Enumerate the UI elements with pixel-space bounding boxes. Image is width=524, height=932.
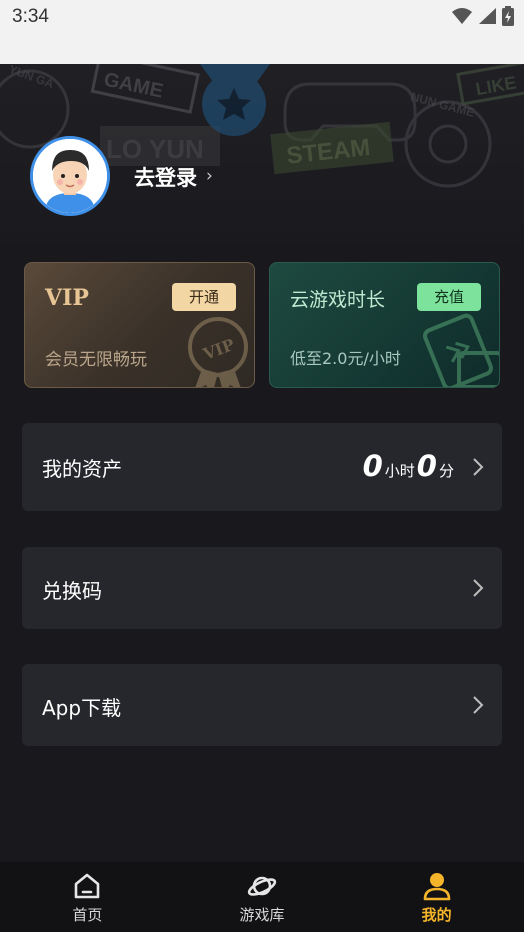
assets-hours: 0 — [362, 449, 383, 483]
wifi-icon — [452, 8, 472, 24]
tab-game-library[interactable]: 游戏库 — [175, 862, 350, 932]
hero-word-game: GAME — [102, 69, 165, 103]
vip-card[interactable]: VIP 开通 会员无限畅玩 VIP — [24, 262, 255, 388]
ticket-icon — [423, 313, 499, 387]
chevron-right-icon — [473, 458, 484, 476]
home-icon — [75, 873, 100, 898]
signal-icon — [479, 8, 496, 24]
status-bar: 3:34 — [0, 0, 524, 64]
status-icons — [452, 6, 514, 26]
cloud-time-subtitle: 低至2.0元/小时 — [290, 349, 401, 368]
my-assets-row[interactable]: 我的资产 0 小时 0 分 — [22, 423, 502, 511]
assets-minutes-unit: 分 — [438, 462, 454, 480]
assets-minutes: 0 — [416, 449, 437, 483]
my-assets-label: 我的资产 — [42, 457, 122, 481]
vip-subtitle: 会员无限畅玩 — [45, 350, 147, 370]
login-chevron-icon: › — [206, 166, 213, 186]
vip-title: VIP — [45, 285, 89, 311]
svg-text:VIP: VIP — [200, 335, 237, 364]
assets-value: 0 小时 0 分 — [363, 449, 456, 483]
cloud-time-title: 云游戏时长 — [290, 289, 386, 311]
chevron-right-icon — [473, 579, 484, 597]
vip-badge-icon: VIP — [188, 317, 248, 387]
assets-hours-unit: 小时 — [384, 462, 415, 480]
tab-home-label: 首页 — [72, 905, 103, 924]
bottom-tab-bar: 首页 游戏库 我的 — [0, 862, 524, 932]
app-download-row[interactable]: App下载 — [22, 664, 502, 746]
chevron-right-icon — [473, 696, 484, 714]
user-icon — [423, 872, 450, 900]
app-download-label: App下载 — [42, 696, 122, 720]
hero-word-yunga: YUN GA — [7, 64, 56, 91]
avatar-illustration — [33, 139, 107, 213]
avatar[interactable] — [30, 136, 110, 216]
tab-home[interactable]: 首页 — [0, 862, 175, 932]
tab-game-library-label: 游戏库 — [239, 905, 285, 924]
cloud-time-card[interactable]: 云游戏时长 充值 低至2.0元/小时 — [269, 262, 500, 388]
redeem-code-row[interactable]: 兑换码 — [22, 547, 502, 629]
status-time: 3:34 — [12, 6, 49, 27]
redeem-code-label: 兑换码 — [42, 579, 102, 603]
recharge-button[interactable]: 充值 — [417, 283, 481, 311]
hero-word-loyun: LO YUN — [106, 134, 204, 164]
tab-mine-label: 我的 — [421, 905, 452, 924]
planet-icon — [247, 876, 277, 896]
tab-mine[interactable]: 我的 — [349, 862, 524, 932]
vip-open-button[interactable]: 开通 — [172, 283, 236, 311]
battery-icon — [502, 6, 514, 26]
login-link[interactable]: 去登录 — [134, 162, 197, 192]
